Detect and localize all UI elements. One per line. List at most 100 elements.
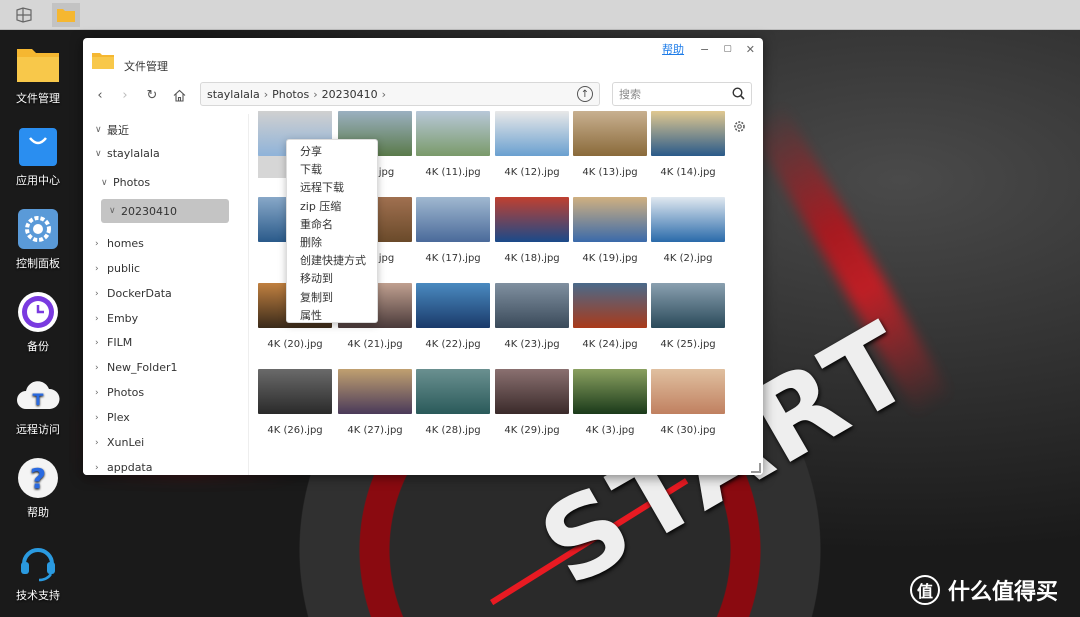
forward-icon[interactable]: › — [117, 87, 133, 103]
sidebar-item-dockerdata[interactable]: › DockerData — [95, 287, 172, 300]
sidebar-item-staylalala[interactable]: ∨ staylalala — [95, 147, 160, 160]
file-name-label: 4K (2).jpg — [663, 253, 713, 264]
file-thumbnail-item[interactable]: 4K (3).jpg — [573, 369, 647, 436]
folder-icon — [16, 42, 60, 86]
image-thumbnail — [416, 111, 490, 156]
cloud-icon: T — [16, 373, 60, 417]
desktop-icon-file-manager[interactable]: 文件管理 — [8, 42, 68, 106]
headset-icon — [16, 539, 60, 583]
file-name-label: 4K (26).jpg — [267, 425, 323, 436]
desktop-icon-label: 文件管理 — [16, 92, 60, 105]
file-name-label: 4K (14).jpg — [660, 167, 716, 178]
desktop-view-icon[interactable] — [10, 3, 38, 27]
menu-item-move-to[interactable]: 移动到 — [287, 270, 377, 288]
image-thumbnail — [495, 369, 569, 414]
refresh-icon[interactable]: ↻ — [144, 87, 160, 103]
menu-item-copy-to[interactable]: 复制到 — [287, 289, 377, 307]
file-thumbnail-item[interactable]: 4K (19).jpg — [573, 197, 647, 264]
desktop-icon-help[interactable]: ? 帮助 — [8, 456, 68, 520]
sidebar-item-appdata[interactable]: › appdata — [95, 461, 152, 474]
file-thumbnail-item[interactable]: 4K (11).jpg — [416, 111, 490, 178]
sidebar-item-homes[interactable]: › homes — [95, 237, 144, 250]
file-name-label: 4K (13).jpg — [582, 167, 638, 178]
sidebar-item-plex[interactable]: › Plex — [95, 411, 130, 424]
file-thumbnail-item[interactable]: 4K (23).jpg — [495, 283, 569, 350]
image-thumbnail — [416, 197, 490, 242]
minimize-icon[interactable]: − — [700, 43, 709, 56]
breadcrumb-item[interactable]: Photos — [272, 88, 309, 101]
sidebar-item-public[interactable]: › public — [95, 262, 140, 275]
image-thumbnail — [338, 369, 412, 414]
chevron-right-icon: › — [95, 313, 99, 324]
breadcrumb-item[interactable]: 20230410 — [322, 88, 378, 101]
menu-item-share[interactable]: 分享 — [287, 143, 377, 161]
gear-icon — [16, 207, 60, 251]
file-thumbnail-item[interactable]: 4K (12).jpg — [495, 111, 569, 178]
image-thumbnail — [651, 111, 725, 156]
image-thumbnail — [416, 283, 490, 328]
svg-text:?: ? — [30, 462, 46, 495]
file-thumbnail-item[interactable]: 4K (29).jpg — [495, 369, 569, 436]
sidebar-item-recent[interactable]: ∨ 最近 — [95, 122, 129, 138]
file-thumbnail-item[interactable]: 4K (30).jpg — [651, 369, 725, 436]
file-name-label: 4K (11).jpg — [425, 167, 481, 178]
file-thumbnail-item[interactable]: 4K (17).jpg — [416, 197, 490, 264]
file-thumbnail-item[interactable]: 4K (24).jpg — [573, 283, 647, 350]
file-name-label: 4K (19).jpg — [582, 253, 638, 264]
file-thumbnail-item[interactable]: 4K (28).jpg — [416, 369, 490, 436]
image-thumbnail — [495, 111, 569, 156]
desktop-icon-control-panel[interactable]: 控制面板 — [8, 207, 68, 271]
sidebar-item-emby[interactable]: › Emby — [95, 312, 138, 325]
sidebar-item-photos[interactable]: ∨ Photos — [101, 176, 150, 189]
sidebar-item-new-folder1[interactable]: › New_Folder1 — [95, 361, 178, 374]
search-icon[interactable] — [732, 87, 745, 103]
image-thumbnail — [495, 283, 569, 328]
desktop-icon-remote-access[interactable]: T 远程访问 — [8, 373, 68, 437]
help-link[interactable]: 帮助 — [662, 41, 684, 57]
file-thumbnail-item[interactable]: 4K (27).jpg — [338, 369, 412, 436]
taskbar — [0, 0, 1080, 30]
desktop-icon-tech-support[interactable]: 技术支持 — [8, 539, 68, 603]
file-thumbnail-item[interactable]: 4K (14).jpg — [651, 111, 725, 178]
image-thumbnail — [416, 369, 490, 414]
file-thumbnail-item[interactable]: 4K (25).jpg — [651, 283, 725, 350]
svg-text:T: T — [33, 390, 44, 409]
sidebar-item-xunlei[interactable]: › XunLei — [95, 436, 144, 449]
sidebar-item-20230410[interactable]: ∨ 20230410 — [101, 199, 229, 223]
watermark: 值 什么值得买 — [910, 574, 1058, 606]
menu-item-create-shortcut[interactable]: 创建快捷方式 — [287, 252, 377, 270]
menu-item-zip[interactable]: zip 压缩 — [287, 198, 377, 216]
navigation-toolbar: ‹ › ↻ staylalala › Photos › 20230410 › ↑… — [83, 82, 763, 108]
search-input[interactable]: 搜索 — [612, 82, 752, 106]
desktop-icon-app-center[interactable]: 应用中心 — [8, 124, 68, 188]
file-thumbnail-item[interactable]: 4K (26).jpg — [258, 369, 332, 436]
file-thumbnail-item[interactable]: 4K (18).jpg — [495, 197, 569, 264]
menu-item-download[interactable]: 下载 — [287, 161, 377, 179]
resize-handle-icon[interactable] — [751, 463, 761, 473]
file-thumbnail-item[interactable]: 4K (13).jpg — [573, 111, 647, 178]
menu-item-delete[interactable]: 删除 — [287, 234, 377, 252]
menu-item-rename[interactable]: 重命名 — [287, 216, 377, 234]
chevron-right-icon: › — [313, 87, 318, 101]
sidebar-item-film[interactable]: › FILM — [95, 336, 132, 349]
file-thumbnail-item[interactable]: 4K (2).jpg — [651, 197, 725, 264]
settings-gear-icon[interactable] — [728, 116, 750, 136]
breadcrumb-item[interactable]: staylalala — [207, 88, 260, 101]
file-manager-window: 文件管理 帮助 − ▢ ✕ ‹ › ↻ staylalala › Photos … — [83, 38, 763, 475]
menu-item-remote-download[interactable]: 远程下载 — [287, 179, 377, 197]
maximize-icon[interactable]: ▢ — [723, 44, 732, 54]
sidebar-item-photos-root[interactable]: › Photos — [95, 386, 144, 399]
parent-folder-icon[interactable]: ↑ — [577, 86, 593, 102]
taskbar-folder-icon[interactable] — [52, 3, 80, 27]
file-thumbnail-item[interactable]: 4K (22).jpg — [416, 283, 490, 350]
breadcrumb: staylalala › Photos › 20230410 › ↑ — [200, 82, 600, 106]
menu-item-properties[interactable]: 属性 — [287, 307, 377, 325]
home-icon[interactable] — [171, 87, 187, 103]
image-thumbnail — [573, 369, 647, 414]
close-icon[interactable]: ✕ — [746, 43, 755, 56]
clock-icon — [16, 290, 60, 334]
desktop-icon-backup[interactable]: 备份 — [8, 290, 68, 354]
back-icon[interactable]: ‹ — [92, 87, 108, 103]
image-thumbnail — [651, 369, 725, 414]
chevron-down-icon: ∨ — [101, 177, 108, 188]
